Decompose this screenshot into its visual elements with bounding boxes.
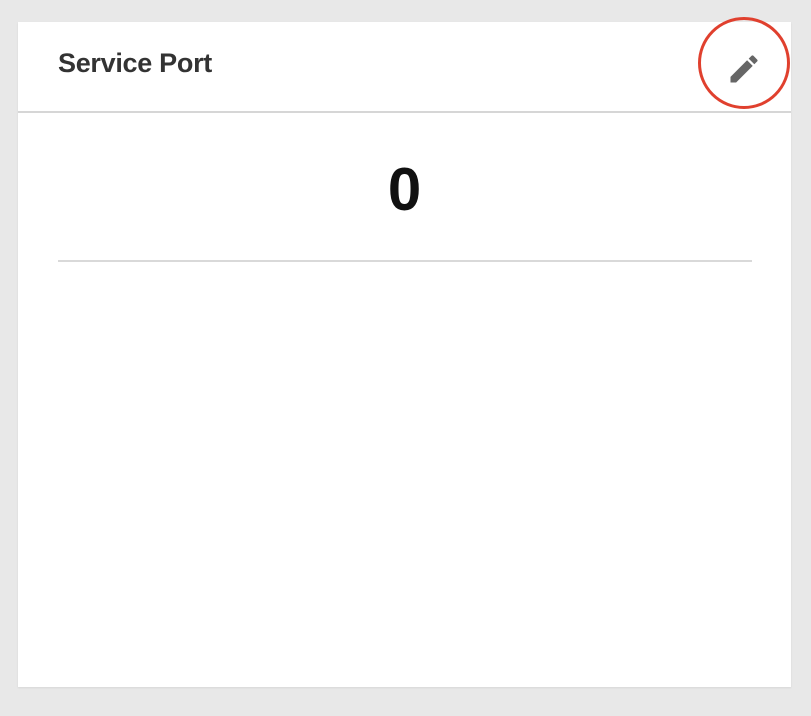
service-port-value: 0	[387, 156, 422, 223]
edit-button[interactable]	[725, 50, 763, 88]
service-port-card: Service Port 0	[18, 17, 791, 687]
divider	[58, 260, 752, 262]
card-header: Service Port	[18, 17, 791, 113]
card-title: Service Port	[58, 48, 212, 78]
pencil-icon	[730, 55, 758, 83]
